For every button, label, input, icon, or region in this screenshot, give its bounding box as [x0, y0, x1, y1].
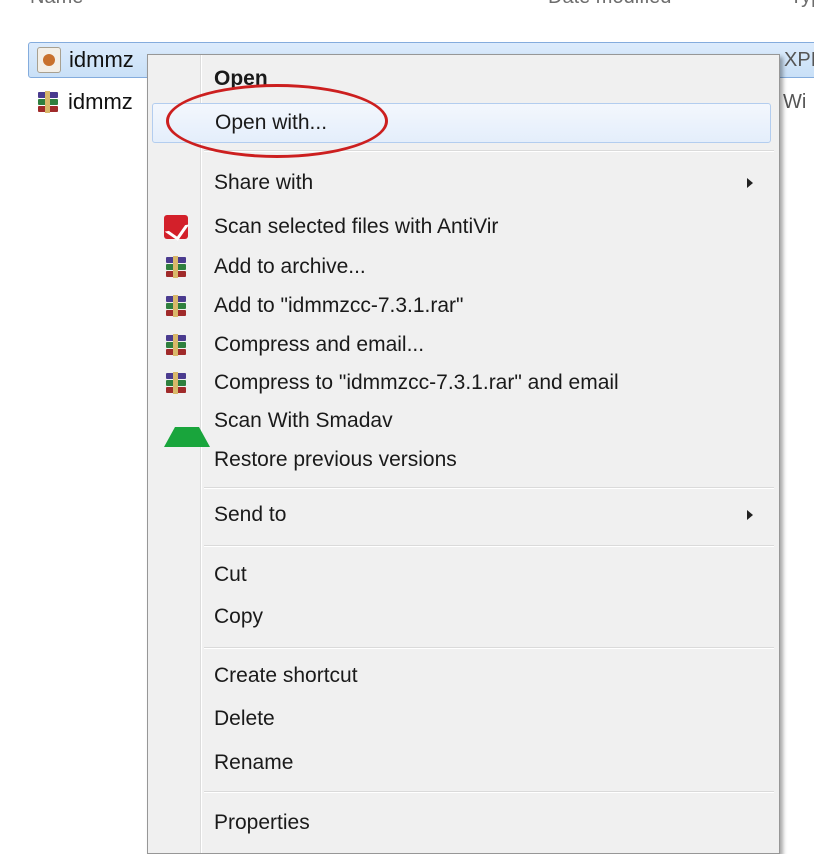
xpi-file-icon — [37, 47, 61, 73]
menu-item-restore-previous-versions[interactable]: Restore previous versions — [152, 440, 771, 480]
winrar-icon — [164, 333, 188, 357]
menu-item-label: Add to "idmmzcc-7.3.1.rar" — [214, 294, 464, 317]
menu-item-label: Compress to "idmmzcc-7.3.1.rar" and emai… — [214, 371, 619, 394]
context-menu: Open Open with... Share with Scan select… — [147, 54, 780, 854]
menu-item-label: Compress and email... — [214, 333, 425, 356]
menu-item-label: Properties — [214, 811, 310, 834]
menu-separator — [204, 791, 774, 793]
avira-icon — [164, 215, 188, 239]
submenu-arrow-icon — [747, 178, 753, 188]
menu-separator — [204, 487, 774, 489]
column-header-type[interactable]: Typ — [790, 0, 814, 10]
menu-item-cut[interactable]: Cut — [152, 555, 771, 595]
winrar-icon — [164, 294, 188, 318]
menu-item-label: Add to archive... — [214, 255, 366, 278]
file-type: XPI — [784, 48, 814, 71]
menu-item-label: Scan With Smadav — [214, 409, 393, 432]
column-header-name[interactable]: Name — [30, 0, 83, 10]
menu-item-label: Copy — [214, 605, 264, 628]
file-type: Wi — [783, 90, 807, 113]
menu-item-label: Send to — [214, 503, 287, 526]
menu-separator — [204, 545, 774, 547]
submenu-arrow-icon — [747, 510, 753, 520]
menu-item-add-to-archive[interactable]: Add to archive... — [152, 247, 771, 287]
menu-item-share-with[interactable]: Share with — [152, 163, 771, 203]
menu-item-label: Scan selected files with AntiVir — [214, 215, 499, 238]
menu-item-label: Delete — [214, 707, 275, 730]
menu-item-create-shortcut[interactable]: Create shortcut — [152, 656, 771, 696]
winrar-icon — [164, 255, 188, 279]
highlight-ellipse-annotation — [166, 84, 388, 158]
menu-item-delete[interactable]: Delete — [152, 699, 771, 739]
file-name: idmmz — [68, 89, 133, 114]
menu-item-send-to[interactable]: Send to — [152, 495, 771, 535]
menu-item-label: Create shortcut — [214, 664, 358, 687]
menu-item-label: Restore previous versions — [214, 448, 457, 471]
menu-item-label: Share with — [214, 171, 314, 194]
menu-item-rename[interactable]: Rename — [152, 743, 771, 783]
menu-separator — [204, 647, 774, 649]
menu-item-compress-email[interactable]: Compress and email... — [152, 325, 771, 365]
menu-item-copy[interactable]: Copy — [152, 597, 771, 637]
menu-item-label: Cut — [214, 563, 247, 586]
menu-item-scan-smadav[interactable]: Scan With Smadav — [152, 401, 771, 447]
winrar-icon — [164, 371, 188, 395]
menu-item-label: Rename — [214, 751, 294, 774]
column-header-date-modified[interactable]: Date modified — [548, 0, 671, 10]
menu-item-compress-to-rar-email[interactable]: Compress to "idmmzcc-7.3.1.rar" and emai… — [152, 363, 771, 403]
menu-item-properties[interactable]: Properties — [152, 803, 771, 843]
menu-item-scan-antivir[interactable]: Scan selected files with AntiVir — [152, 207, 771, 247]
file-name: idmmz — [69, 47, 134, 72]
winrar-archive-icon — [36, 90, 60, 114]
menu-item-add-to-rar[interactable]: Add to "idmmzcc-7.3.1.rar" — [152, 286, 771, 326]
